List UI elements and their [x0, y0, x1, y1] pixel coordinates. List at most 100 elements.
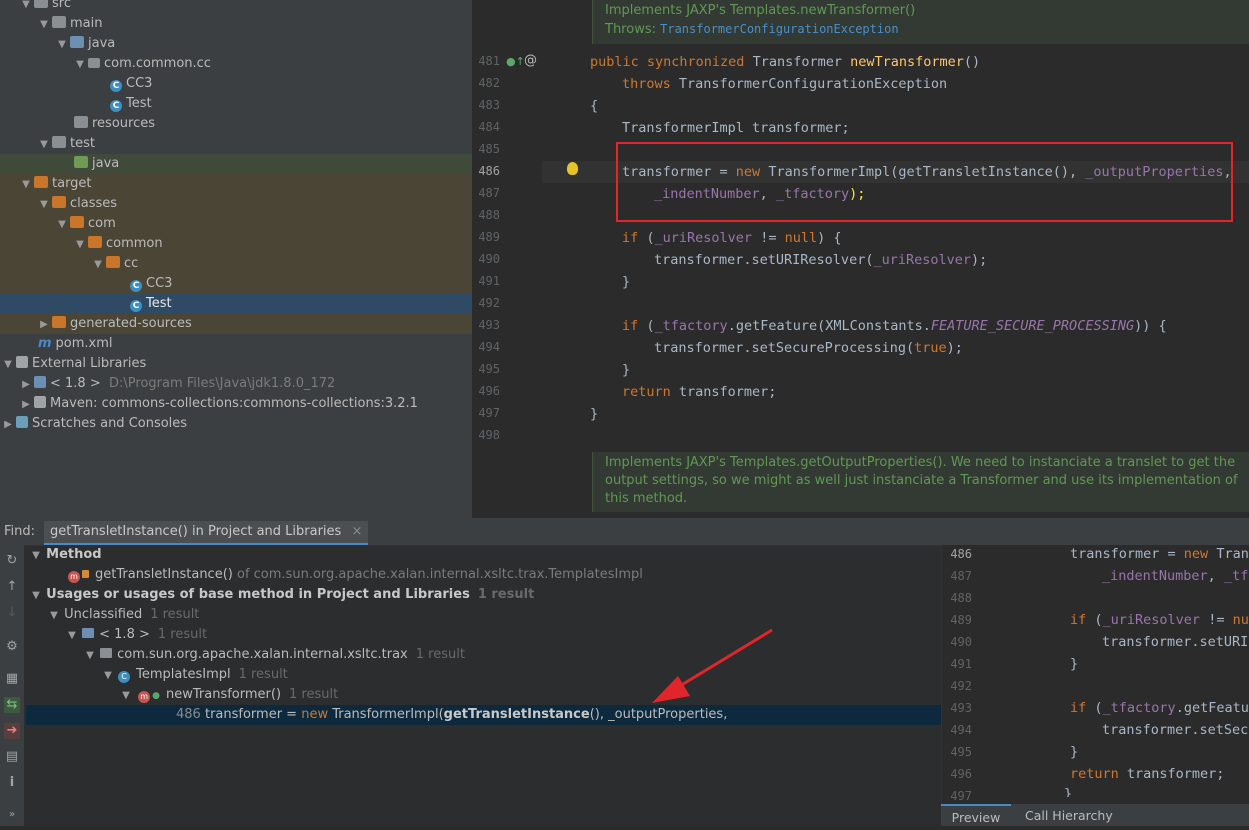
class-icon: C	[110, 80, 122, 92]
code-line-490: transformer.setURIResolver(_uriResolver)…	[654, 252, 988, 268]
result-package[interactable]: ▼ com.sun.org.apache.xalan.internal.xslt…	[26, 645, 941, 665]
chevron-right-icon[interactable]: ▶	[2, 415, 14, 435]
implements-marker-icon[interactable]: ●↑	[506, 55, 525, 68]
public-icon: ●	[152, 691, 160, 701]
chevron-right-icon[interactable]: ▶	[20, 375, 32, 395]
tree-item-java[interactable]: ▼ java	[0, 34, 472, 54]
export-icon[interactable]: ➜	[4, 723, 20, 739]
class-file-icon: C	[130, 300, 142, 312]
code-line-495: }	[622, 362, 631, 378]
chevron-down-icon[interactable]: ▼	[56, 35, 68, 55]
tree-item-classes[interactable]: ▼ classes	[0, 194, 472, 214]
rendered-doc-comment-2: Implements JAXP's Templates.getOutputPro…	[592, 452, 1249, 512]
info-icon[interactable]: i	[4, 775, 20, 791]
chevron-right-icon[interactable]: ▶	[38, 315, 50, 335]
find-results-tree: ▼ Method m getTransletInstance() of com.s…	[26, 545, 941, 826]
chevron-down-icon[interactable]: ▼	[48, 606, 60, 626]
code-line-497: }	[590, 406, 599, 422]
source-folder-icon	[70, 36, 84, 48]
preview-line-number: 493	[950, 701, 972, 715]
code-editor[interactable]: Implements JAXP's Templates.newTransform…	[472, 0, 1249, 518]
code-line-494: transformer.setSecureProcessing(true);	[654, 340, 963, 356]
chevron-down-icon[interactable]: ▼	[38, 195, 50, 215]
tree-item-external-libraries[interactable]: ▼ External Libraries	[0, 354, 472, 374]
tab-call-hierarchy[interactable]: Call Hierarchy	[1025, 804, 1113, 826]
chevron-down-icon[interactable]: ▼	[20, 175, 32, 195]
settings-icon[interactable]: ⚙	[4, 639, 20, 655]
group-icon[interactable]: ▦	[4, 671, 20, 687]
exception-link[interactable]: TransformerConfigurationException	[660, 22, 898, 36]
tab-preview[interactable]: Preview	[941, 804, 1011, 828]
tree-item-target[interactable]: ▼ target	[0, 174, 472, 194]
tree-item-generated-sources[interactable]: ▶ generated-sources	[0, 314, 472, 334]
chevron-down-icon[interactable]: ▼	[2, 355, 14, 375]
tree-item-package[interactable]: ▼ com.common.cc	[0, 54, 472, 74]
preview-line-number: 486	[950, 547, 972, 561]
tree-item-pom[interactable]: m pom.xml	[0, 334, 472, 354]
line-number: 486	[478, 164, 500, 178]
tree-item-cc3[interactable]: C CC3	[0, 74, 472, 94]
chevron-down-icon[interactable]: ▼	[56, 215, 68, 235]
result-unclassified[interactable]: ▼ Unclassified 1 result	[26, 605, 941, 625]
tree-item-test[interactable]: ▼ test	[0, 134, 472, 154]
tree-item-maven-lib[interactable]: ▶ Maven: commons-collections:commons-coll…	[0, 394, 472, 414]
tree-item-common[interactable]: ▼ common	[0, 234, 472, 254]
chevron-down-icon[interactable]: ▼	[74, 235, 86, 255]
up-arrow-icon[interactable]: ↑	[4, 579, 20, 595]
tree-item-test-java[interactable]: java	[0, 154, 472, 174]
chevron-down-icon[interactable]: ▼	[120, 686, 132, 706]
folder-icon	[52, 316, 66, 328]
tree-item-jdk[interactable]: ▶ < 1.8 > D:\Program Files\Java\jdk1.8.0_…	[0, 374, 472, 394]
line-number: 493	[478, 318, 500, 332]
usage-preview-pane[interactable]: 486 487 488 489 490 491 492 493 494 495 496 497 tra…	[941, 545, 1249, 826]
result-group-method[interactable]: ▼ Method	[26, 545, 941, 565]
close-tab-icon[interactable]: ×	[351, 524, 362, 539]
tree-item-test-class-file[interactable]: C Test	[0, 294, 472, 314]
chevron-down-icon[interactable]: ▼	[84, 646, 96, 666]
preview-line-486: transformer = new Trans	[1070, 546, 1249, 562]
line-number: 488	[478, 208, 500, 222]
tree-item-scratches[interactable]: ▶ Scratches and Consoles	[0, 414, 472, 434]
line-number: 482	[478, 76, 500, 90]
line-number: 483	[478, 98, 500, 112]
result-group-usages[interactable]: ▼ Usages or usages of base method in Pro…	[26, 585, 941, 605]
merge-icon[interactable]: ⇆	[4, 697, 20, 713]
chevron-down-icon[interactable]: ▼	[66, 626, 78, 646]
find-results-tab[interactable]: getTransletInstance() in Project and Lib…	[44, 521, 369, 545]
chevron-down-icon[interactable]: ▼	[38, 135, 50, 155]
result-jdk[interactable]: ▼ < 1.8 >1 result	[26, 625, 941, 645]
folder-icon	[52, 136, 66, 148]
chevron-down-icon[interactable]: ▼	[30, 586, 42, 606]
chevron-down-icon[interactable]: ▼	[20, 0, 32, 15]
chevron-down-icon[interactable]: ▼	[92, 255, 104, 275]
expand-icon[interactable]: »	[4, 807, 20, 823]
chevron-right-icon[interactable]: ▶	[20, 395, 32, 415]
result-method[interactable]: m getTransletInstance() of com.sun.org.ap…	[26, 565, 941, 585]
rerun-icon[interactable]: ↻	[4, 553, 20, 569]
tree-item-main[interactable]: ▼ main	[0, 14, 472, 34]
lightbulb-icon[interactable]	[567, 162, 578, 175]
tree-item-com[interactable]: ▼ com	[0, 214, 472, 234]
chevron-down-icon[interactable]: ▼	[30, 546, 42, 566]
folder-icon	[34, 176, 48, 188]
rendered-doc-comment: Implements JAXP's Templates.newTransform…	[592, 0, 1249, 44]
tree-item-cc[interactable]: ▼ cc	[0, 254, 472, 274]
preview-line-494: transformer.setSecu	[1102, 722, 1249, 738]
tree-item-cc3-class[interactable]: C CC3	[0, 274, 472, 294]
folder-icon	[106, 256, 120, 268]
preview-line-489: if (_uriResolver != nul	[1070, 612, 1249, 628]
result-usage-line[interactable]: 486 transformer = new TransformerImpl(ge…	[26, 705, 941, 725]
tree-item-test-class[interactable]: C Test	[0, 94, 472, 114]
chevron-down-icon[interactable]: ▼	[38, 15, 50, 35]
tree-item-src[interactable]: ▼ src	[0, 0, 472, 14]
chevron-down-icon[interactable]: ▼	[102, 666, 114, 686]
result-enclosing-method[interactable]: ▼ m ● newTransformer() 1 result	[26, 685, 941, 705]
result-class[interactable]: ▼ C TemplatesImpl 1 result	[26, 665, 941, 685]
down-arrow-icon[interactable]: ↓	[4, 605, 20, 621]
tree-item-resources[interactable]: resources	[0, 114, 472, 134]
preview-icon[interactable]: ▤	[4, 749, 20, 765]
preview-line-number: 490	[950, 635, 972, 649]
chevron-down-icon[interactable]: ▼	[74, 55, 86, 75]
line-number: 492	[478, 296, 500, 310]
line-number: 494	[478, 340, 500, 354]
